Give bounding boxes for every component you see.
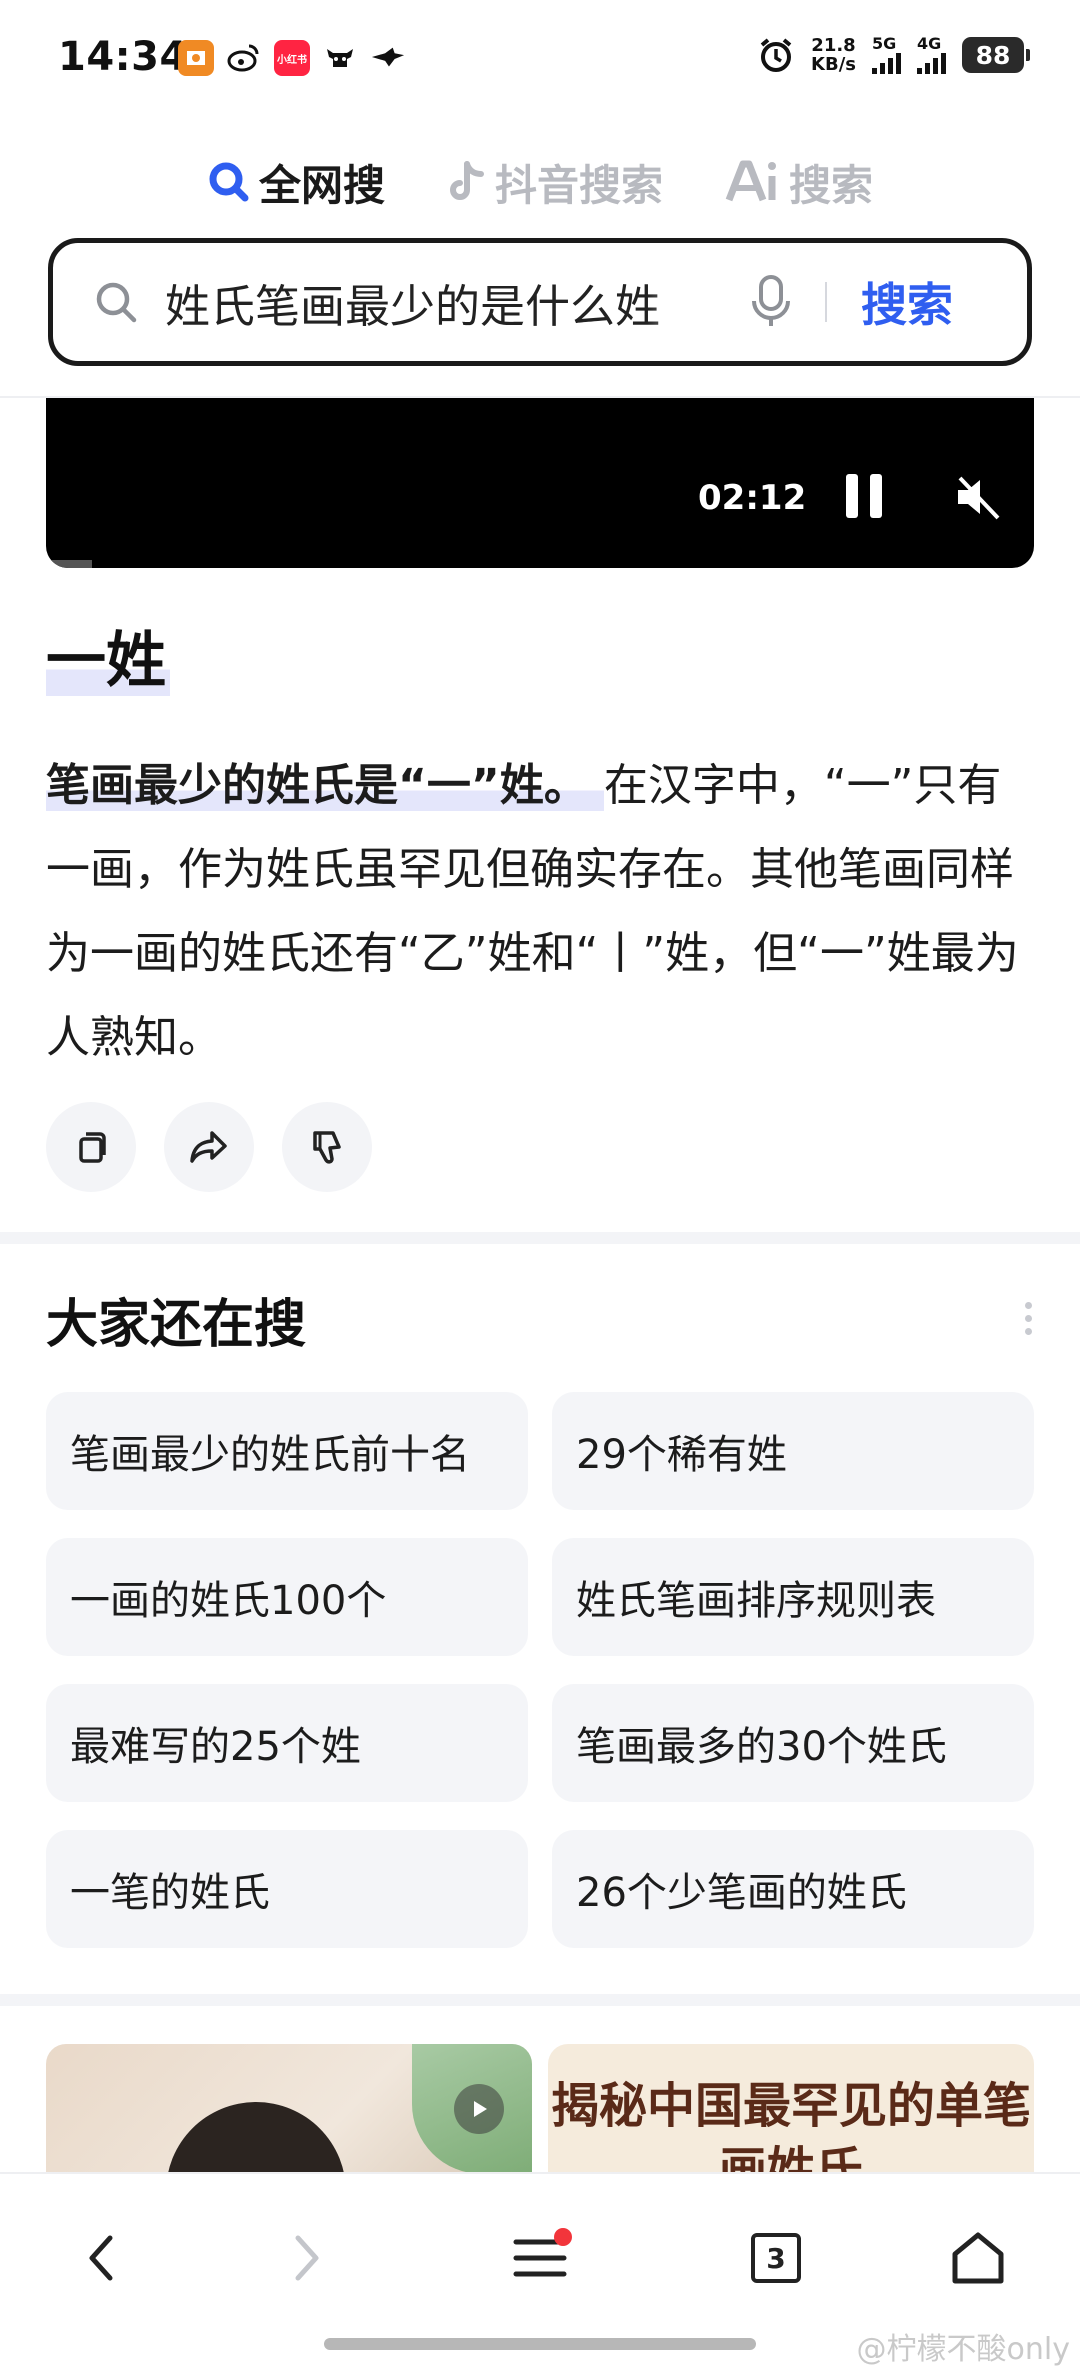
pause-icon[interactable] <box>846 474 882 518</box>
card-title: 揭秘中国最罕见的单笔画姓氏 <box>550 2078 1031 2174</box>
search-input[interactable]: 姓氏笔画最少的是什么姓 <box>165 270 713 335</box>
tab-label: 搜索 <box>789 160 874 210</box>
video-time: 02:12 <box>698 478 807 518</box>
related-search-chip[interactable]: 姓氏笔画排序规则表 <box>552 1538 1034 1656</box>
chevron-left-icon <box>89 2235 113 2281</box>
related-search-chip[interactable]: 最难写的25个姓 <box>46 1684 528 1802</box>
person-thumbnail <box>166 2102 346 2174</box>
more-options-icon[interactable] <box>1025 1302 1032 1335</box>
tab-ai-search[interactable]: 搜索 <box>725 152 873 213</box>
signal-5g: 5G <box>872 36 901 74</box>
video-progress-bar[interactable] <box>46 560 92 568</box>
dislike-button[interactable] <box>282 1102 372 1192</box>
mute-icon[interactable] <box>952 472 1002 522</box>
home-indicator[interactable] <box>324 2338 756 2350</box>
notification-dot <box>554 2228 572 2246</box>
article-result-card[interactable]: 揭秘中国最罕见的单笔画姓氏 <box>548 2044 1034 2174</box>
signal-5g-label: 5G <box>872 34 897 53</box>
ai-icon <box>725 160 776 202</box>
tab-douyin-search[interactable]: 抖音搜索 <box>447 152 663 213</box>
copy-button[interactable] <box>46 1102 136 1192</box>
net-speed: 21.8 KB/s <box>811 36 856 74</box>
xiaohongshu-label: 小红书 <box>277 54 307 66</box>
search-bar: 姓氏笔画最少的是什么姓 搜索 <box>48 238 1032 366</box>
related-searches-title: 大家还在搜 <box>46 1295 307 1355</box>
signal-4g-label: 4G <box>917 34 942 53</box>
related-search-chip[interactable]: 一画的姓氏100个 <box>46 1538 528 1656</box>
net-speed-unit: KB/s <box>811 54 856 75</box>
related-search-chip[interactable]: 29个稀有姓 <box>552 1392 1034 1510</box>
microphone-icon[interactable] <box>751 275 791 329</box>
signal-4g: 4G <box>917 36 946 74</box>
share-button[interactable] <box>164 1102 254 1192</box>
related-search-chip[interactable]: 一笔的姓氏 <box>46 1830 528 1948</box>
home-button[interactable] <box>942 2222 1014 2294</box>
related-search-chip[interactable]: 笔画最少的姓氏前十名 <box>46 1392 528 1510</box>
status-indicators: 21.8 KB/s 5G 4G 88 <box>757 36 1030 74</box>
chevron-right-icon <box>295 2235 319 2281</box>
tabs-button[interactable]: 3 <box>740 2222 812 2294</box>
section-divider <box>0 1232 1080 1244</box>
copy-icon <box>79 1132 106 1163</box>
tab-label: 抖音搜索 <box>494 160 663 210</box>
related-search-chip[interactable]: 26个少笔画的姓氏 <box>552 1830 1034 1948</box>
search-tabs: 全网搜 抖音搜索 搜索 <box>0 142 1080 222</box>
net-speed-value: 21.8 <box>811 35 856 56</box>
battery-indicator: 88 <box>962 37 1030 73</box>
weibo-icon <box>226 40 262 76</box>
alarm-icon <box>760 38 792 72</box>
signal-bars-icon <box>872 52 901 74</box>
notification-icons: 小红书 <box>178 40 406 76</box>
answer-text: 笔画最少的姓氏是“一”姓。 在汉字中，“一”只有一画，作为姓氏虽罕见但确实存在。其… <box>46 744 1026 1080</box>
section-divider <box>0 1994 1080 2006</box>
search-icon <box>96 282 137 323</box>
status-bar: 14:34 小红书 21.8 KB/s 5G 4G 88 <box>0 0 1080 120</box>
share-icon <box>190 1131 227 1163</box>
search-button[interactable]: 搜索 <box>861 269 953 335</box>
search-icon <box>209 162 249 202</box>
related-searches: 笔画最少的姓氏前十名 29个稀有姓 一画的姓氏100个 姓氏笔画排序规则表 最难… <box>46 1392 1034 1948</box>
cow-icon <box>322 40 358 76</box>
xiaohongshu-icon: 小红书 <box>274 40 310 76</box>
answer-actions <box>46 1102 372 1192</box>
thumbs-down-icon <box>313 1131 341 1164</box>
answer-title: 一姓 <box>46 612 170 699</box>
back-button[interactable] <box>66 2222 138 2294</box>
home-icon <box>952 2232 1004 2284</box>
watermark: @柠檬不酸only <box>856 2332 1070 2367</box>
douyin-icon <box>450 161 484 200</box>
tab-count: 3 <box>751 2233 801 2283</box>
status-time: 14:34 <box>58 34 188 80</box>
pokebox-icon <box>178 40 214 76</box>
signal-bars-icon <box>917 52 946 74</box>
tab-web-search[interactable]: 全网搜 <box>207 152 385 213</box>
bird-icon <box>370 40 406 76</box>
menu-button[interactable] <box>504 2222 576 2294</box>
play-icon <box>454 2084 504 2134</box>
video-result-card[interactable] <box>46 2044 532 2174</box>
answer-title-text: 一姓 <box>46 626 170 696</box>
tab-label: 全网搜 <box>258 160 385 210</box>
related-search-chip[interactable]: 笔画最多的30个姓氏 <box>552 1684 1034 1802</box>
answer-highlight: 笔画最少的姓氏是“一”姓。 <box>46 760 604 811</box>
search-divider <box>825 282 827 322</box>
forward-button[interactable] <box>270 2222 342 2294</box>
video-player[interactable]: 02:12 <box>46 398 1034 568</box>
